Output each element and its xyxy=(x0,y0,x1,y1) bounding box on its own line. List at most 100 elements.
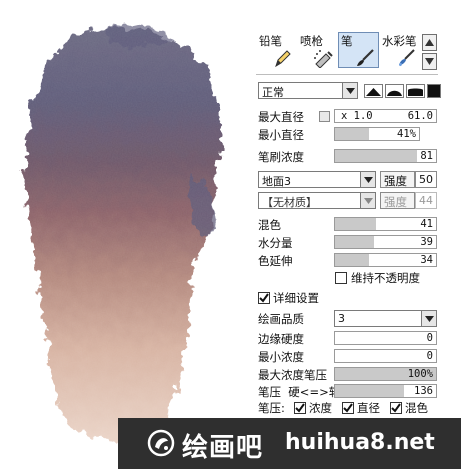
pressure-density-checkbox[interactable] xyxy=(294,402,306,414)
max-diameter-value: 61.0 xyxy=(407,110,433,122)
pressure-hardness-fill xyxy=(335,385,404,397)
edge-hardness-slider[interactable]: 0 xyxy=(334,331,437,345)
color-extension-value: 34 xyxy=(420,254,433,266)
pressure-blending-label: 混色 xyxy=(405,401,428,415)
keep-opacity-label: 维持不透明度 xyxy=(351,271,420,285)
pressure-blending-checkbox[interactable] xyxy=(390,402,402,414)
chevron-down-icon xyxy=(360,172,375,187)
brush-tool-tabs: 铅笔 喷枪 笔 水彩笔 xyxy=(256,32,422,70)
watermark-chinese-text: 绘画吧 xyxy=(182,433,264,463)
water-amount-slider[interactable]: 39 xyxy=(334,235,437,249)
shape-medium-icon xyxy=(387,90,402,96)
tab-scroll-buttons xyxy=(422,34,437,70)
paper-strength-value: 50 xyxy=(419,173,433,186)
brush-shape-soft[interactable] xyxy=(406,84,425,98)
blending-fill xyxy=(335,218,377,230)
painting-canvas[interactable] xyxy=(0,0,250,469)
blend-mode-select[interactable]: 正常 xyxy=(258,82,358,99)
brush-settings-panel: 铅笔 喷枪 笔 水彩笔 正常 最大直径 x 1.0 61.0 最小直径 41% … xyxy=(252,30,442,420)
material-select[interactable]: 【无材质】 xyxy=(258,192,376,209)
watercolor-icon xyxy=(399,49,415,67)
watermark-banner: 绘画吧 huihua8.net xyxy=(118,418,461,469)
brush-icon xyxy=(357,49,374,66)
triangle-down-icon xyxy=(425,58,434,65)
paper-strength-label: 强度 xyxy=(384,174,407,188)
material-value: 【无材质】 xyxy=(262,196,317,209)
paper-strength-value-box[interactable]: 50 xyxy=(415,171,437,188)
shape-sharp-icon xyxy=(366,88,381,96)
color-extension-fill xyxy=(335,254,370,266)
min-diameter-value: 41% xyxy=(397,128,416,140)
pressure-density-label: 浓度 xyxy=(309,401,332,415)
material-strength-label: 强度 xyxy=(384,195,407,209)
material-strength-button[interactable]: 强度 xyxy=(380,192,415,209)
water-amount-fill xyxy=(335,236,375,248)
brush-shape-medium[interactable] xyxy=(385,84,404,98)
blending-label: 混色 xyxy=(258,218,281,232)
max-diameter-label: 最大直径 xyxy=(258,110,304,124)
checkmark-icon xyxy=(259,293,269,303)
quality-select[interactable]: 3 xyxy=(334,310,437,327)
paper-texture-select[interactable]: 地面3 xyxy=(258,171,376,188)
pencil-icon xyxy=(275,50,291,68)
paper-texture-value: 地面3 xyxy=(262,175,291,188)
brush-density-value: 81 xyxy=(420,150,433,162)
tab-watercolor[interactable]: 水彩笔 xyxy=(379,32,420,68)
max-diameter-slider[interactable]: x 1.0 61.0 xyxy=(334,109,437,123)
water-amount-label: 水分量 xyxy=(258,236,293,250)
color-extension-label: 色延伸 xyxy=(258,254,293,268)
brush-shape-flat[interactable] xyxy=(427,84,441,98)
min-diameter-label: 最小直径 xyxy=(258,128,304,142)
keep-opacity-checkbox[interactable] xyxy=(335,272,347,284)
checkmark-icon xyxy=(343,403,353,413)
max-density-pressure-slider[interactable]: 100% xyxy=(334,367,437,381)
blend-mode-value: 正常 xyxy=(262,86,284,99)
airbrush-icon xyxy=(314,50,333,68)
brush-density-slider[interactable]: 81 xyxy=(334,149,437,163)
min-density-label: 最小浓度 xyxy=(258,350,304,364)
tab-pencil[interactable]: 铅笔 xyxy=(256,32,297,68)
min-diameter-slider[interactable]: 41% xyxy=(334,127,420,141)
triangle-up-icon xyxy=(425,39,434,46)
shape-soft-icon xyxy=(408,88,423,96)
pressure-hardness-slider[interactable]: 136 xyxy=(334,384,437,398)
edge-hardness-label: 边缘硬度 xyxy=(258,332,304,346)
paper-strength-button[interactable]: 强度 xyxy=(380,171,415,188)
brush-density-fill xyxy=(335,150,417,162)
pressure-diameter-label: 直径 xyxy=(357,401,380,415)
chevron-down-icon xyxy=(342,83,357,98)
quality-label: 绘画品质 xyxy=(258,312,304,326)
chevron-down-icon xyxy=(421,311,436,326)
min-density-value: 0 xyxy=(426,350,433,362)
max-density-pressure-label: 最大浓度笔压 xyxy=(258,368,327,382)
tab-scroll-down[interactable] xyxy=(422,53,437,70)
tab-watercolor-label: 水彩笔 xyxy=(382,34,417,48)
tab-scroll-up[interactable] xyxy=(422,34,437,51)
watermark-logo-icon xyxy=(147,429,175,457)
detail-settings-label: 详细设置 xyxy=(273,291,319,305)
quality-value: 3 xyxy=(338,312,345,325)
brush-shape-sharp[interactable] xyxy=(364,84,383,98)
pressure-hardness-value: 136 xyxy=(414,385,433,397)
watermark-url-text: huihua8.net xyxy=(285,430,435,455)
tab-brush[interactable]: 笔 xyxy=(338,32,379,68)
pressure-diameter-checkbox[interactable] xyxy=(342,402,354,414)
brush-density-label: 笔刷浓度 xyxy=(258,150,304,164)
color-extension-slider[interactable]: 34 xyxy=(334,253,437,267)
detail-settings-checkbox[interactable] xyxy=(258,292,270,304)
min-diameter-fill xyxy=(335,128,370,140)
material-strength-value-box[interactable]: 44 xyxy=(415,192,437,209)
diameter-expand-button[interactable] xyxy=(319,111,330,122)
checkmark-icon xyxy=(391,403,401,413)
tab-brush-label: 笔 xyxy=(341,34,353,48)
edge-hardness-value: 0 xyxy=(426,332,433,344)
pressure-hardness-label: 笔压 硬<=>软 xyxy=(258,385,341,399)
water-amount-value: 39 xyxy=(420,236,433,248)
min-density-slider[interactable]: 0 xyxy=(334,349,437,363)
tab-airbrush[interactable]: 喷枪 xyxy=(297,32,338,68)
checkmark-icon xyxy=(295,403,305,413)
max-density-pressure-value: 100% xyxy=(407,368,433,380)
blending-slider[interactable]: 41 xyxy=(334,217,437,231)
pressure-flags-label: 笔压: xyxy=(258,401,285,415)
material-strength-value: 44 xyxy=(419,194,433,207)
